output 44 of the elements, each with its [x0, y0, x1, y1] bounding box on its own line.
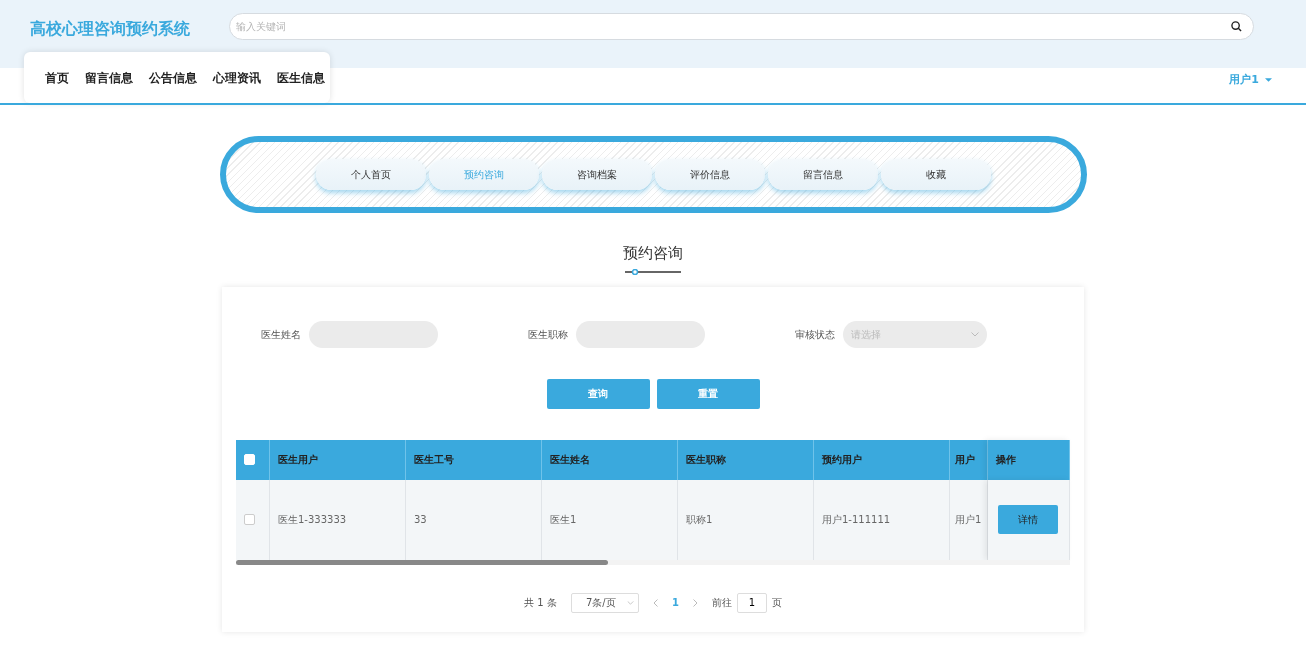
column-header: 医生姓名	[542, 439, 678, 480]
field-label: 审核状态	[795, 327, 835, 342]
page-input[interactable]: 1	[736, 592, 767, 613]
nav-link[interactable]: 公告信息	[149, 68, 197, 87]
chevron-icon	[626, 600, 634, 605]
column-header: 操作	[988, 439, 1070, 480]
field-label: 医生职称	[528, 327, 568, 342]
column-header: 预约用户	[814, 439, 950, 480]
page-suffix: 页	[771, 596, 782, 610]
tab[interactable]: 留言信息	[767, 159, 878, 190]
page-size-select[interactable]: 7条/页	[570, 592, 639, 613]
tab[interactable]: 咨询档案	[541, 159, 652, 190]
table-cell: 用户1-111111	[814, 479, 950, 560]
nav-link[interactable]: 心理资讯	[213, 68, 261, 87]
table-cell: 用户1	[950, 479, 988, 560]
column-header: 医生职称	[678, 439, 814, 480]
nav-link[interactable]: 首页	[45, 68, 69, 87]
search-field[interactable]: 输入关键词	[229, 13, 1254, 40]
goto-label: 前往	[711, 596, 732, 610]
checkbox[interactable]	[244, 514, 255, 525]
nav-link[interactable]: 医生信息	[277, 68, 325, 87]
search-icon[interactable]	[1231, 21, 1242, 32]
column-header: 医生用户	[270, 439, 406, 480]
tab[interactable]: 个人首页	[315, 159, 426, 190]
table-cell: 33	[406, 479, 542, 560]
next-page-icon[interactable]	[692, 598, 698, 607]
table-cell: 医生1	[542, 479, 678, 560]
prev-page-icon[interactable]	[652, 598, 658, 607]
tab[interactable]: 评价信息	[654, 159, 765, 190]
tab[interactable]: 收藏	[880, 159, 991, 190]
chevron-icon	[971, 331, 979, 337]
app-title: 高校心理咨询预约系统	[30, 18, 190, 40]
field-label: 医生姓名	[261, 327, 301, 342]
total-count: 共 1 条	[524, 596, 557, 610]
scrollbar[interactable]	[236, 559, 1070, 565]
page-title: 预约咨询	[622, 243, 684, 264]
title-underline	[625, 268, 681, 275]
table-cell: 职称1	[678, 479, 814, 560]
table-cell: 医生1-333333	[270, 479, 406, 560]
caret-icon	[1265, 78, 1272, 83]
column-header: 医生工号	[406, 439, 542, 480]
details-button[interactable]: 详情	[998, 505, 1058, 534]
nav-link[interactable]: 留言信息	[85, 68, 133, 87]
column-header: 用户	[950, 439, 988, 480]
